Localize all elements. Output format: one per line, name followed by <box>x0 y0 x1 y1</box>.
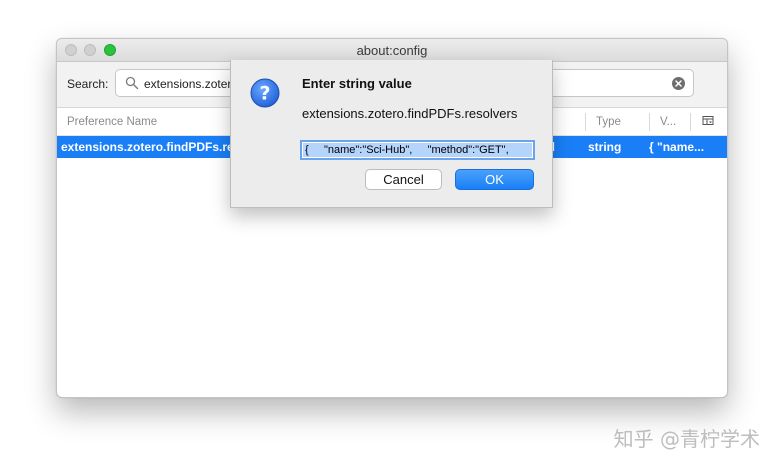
clear-search-icon[interactable] <box>672 77 685 90</box>
column-header-value[interactable]: V... <box>660 116 676 128</box>
cancel-button[interactable]: Cancel <box>365 169 442 190</box>
search-icon <box>125 76 139 90</box>
dialog-title: Enter string value <box>302 76 412 91</box>
column-divider[interactable] <box>585 113 586 131</box>
preference-value-cell: { "name... <box>649 140 705 154</box>
string-value-text: { "name":"Sci-Hub", "method":"GET", <box>303 143 532 157</box>
title-bar[interactable]: about:config <box>57 39 727 62</box>
preference-type-cell: string <box>588 140 622 154</box>
svg-text:?: ? <box>259 83 270 105</box>
preference-name-cell: extensions.zotero.findPDFs.resolvers <box>61 140 233 154</box>
dialog-preference-name: extensions.zotero.findPDFs.resolvers <box>302 106 518 121</box>
search-label: Search: <box>67 77 109 91</box>
ok-button[interactable]: OK <box>455 169 534 190</box>
watermark-text: 知乎 @青柠学术 <box>613 427 760 451</box>
column-header-type[interactable]: Type <box>596 116 621 128</box>
window-title: about:config <box>356 43 428 58</box>
column-divider[interactable] <box>690 113 691 131</box>
search-value: extensions.zotero <box>144 77 234 91</box>
column-picker-icon[interactable] <box>702 115 714 127</box>
string-value-input[interactable]: { "name":"Sci-Hub", "method":"GET", <box>300 140 535 160</box>
column-header-preference-name[interactable]: Preference Name <box>67 116 157 128</box>
question-icon: ? <box>250 78 280 108</box>
enter-string-value-dialog: ? Enter string value extensions.zotero.f… <box>230 60 553 208</box>
column-divider[interactable] <box>649 113 650 131</box>
